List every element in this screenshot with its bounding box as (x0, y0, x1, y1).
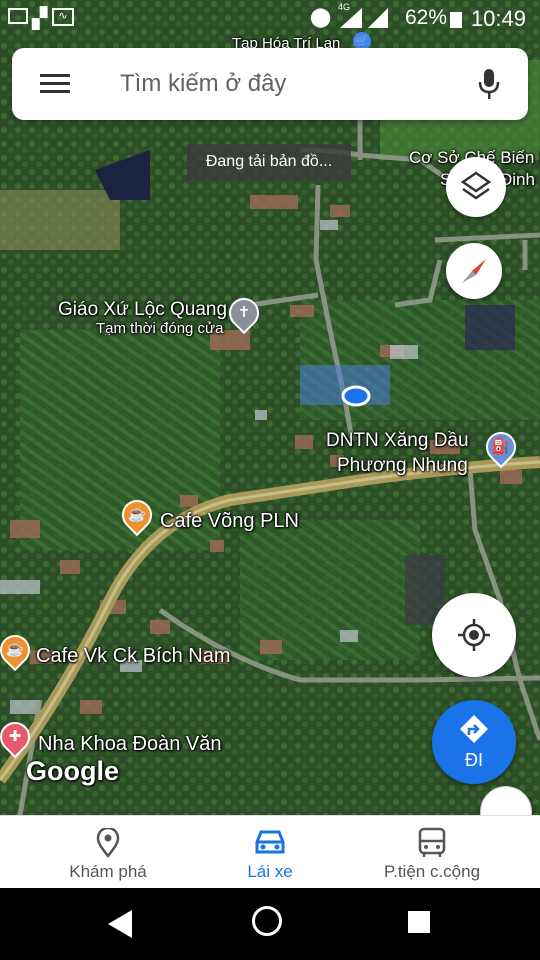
gmail-icon (8, 8, 28, 24)
current-location-dot (341, 385, 371, 407)
compass-icon (462, 259, 486, 283)
battery-percent: 62% (404, 6, 447, 29)
layers-icon (461, 171, 491, 200)
search-input[interactable]: Tìm kiếm ở đây (120, 70, 286, 98)
flipboard-icon: ▞ (32, 8, 48, 30)
my-location-button[interactable] (432, 593, 516, 677)
hamburger-menu-icon[interactable] (40, 74, 70, 94)
activity-icon: ∿ (52, 8, 74, 26)
turn-right-arrow-icon (460, 715, 488, 743)
tab-driving[interactable]: Lái xe (180, 816, 360, 889)
compass-button[interactable] (446, 243, 502, 299)
clock: 10:49 (470, 6, 526, 31)
go-label: ĐI (465, 750, 483, 770)
bottom-navigation: Khám phá Lái xe P.tiện c.cộng (0, 815, 540, 889)
system-navigation-bar (0, 888, 540, 960)
recents-square-icon[interactable] (408, 911, 430, 933)
battery-icon (450, 12, 462, 28)
microphone-icon[interactable] (478, 68, 500, 100)
tab-transit-label: P.tiện c.cộng (383, 862, 481, 881)
tab-driving-label: Lái xe (247, 862, 293, 881)
bus-icon (418, 827, 446, 857)
tab-explore-label: Khám phá (69, 862, 147, 881)
map-view[interactable]: Tạp Hóa Trí Lan 🛒 Cơ Sở Chế Biến N S Đin… (0, 0, 540, 815)
place-label-cafe-vk[interactable]: Cafe Vk Ck Bích Nam (36, 645, 231, 668)
place-label-giao-xu[interactable]: Giáo Xứ Lộc Quang (58, 299, 227, 321)
signal-icon (340, 8, 362, 28)
back-triangle-icon[interactable] (108, 910, 132, 938)
status-bar: ▞ ∿ ⬤ 4G 62% 10:49 (0, 0, 540, 36)
explore-pin-icon (96, 828, 120, 858)
search-bar[interactable]: Tìm kiếm ở đây (12, 48, 528, 120)
tab-transit[interactable]: P.tiện c.cộng (342, 816, 522, 889)
layers-button[interactable] (446, 157, 506, 217)
home-circle-icon[interactable] (252, 906, 282, 936)
my-location-crosshair-icon (458, 619, 490, 651)
place-note-closed: Tạm thời đóng cửa (96, 320, 224, 337)
place-label-xang-dau-line2: Phương Nhung (337, 455, 468, 476)
place-label-xang-dau[interactable]: DNTN Xăng Dầu (326, 430, 469, 452)
google-attribution: Google (26, 756, 119, 786)
place-label-nha-khoa[interactable]: Nha Khoa Đoàn Văn (38, 733, 221, 756)
car-icon (255, 830, 285, 854)
place-label-cafe-vong[interactable]: Cafe Võng PLN (160, 510, 299, 533)
location-icon: ⬤ (310, 7, 332, 28)
directions-go-button[interactable]: ĐI (432, 700, 516, 784)
tab-explore[interactable]: Khám phá (18, 816, 198, 889)
signal-x-icon (368, 8, 388, 28)
map-loading-chip: Đang tải bản đồ... (187, 144, 351, 180)
satellite-imagery (0, 0, 540, 815)
